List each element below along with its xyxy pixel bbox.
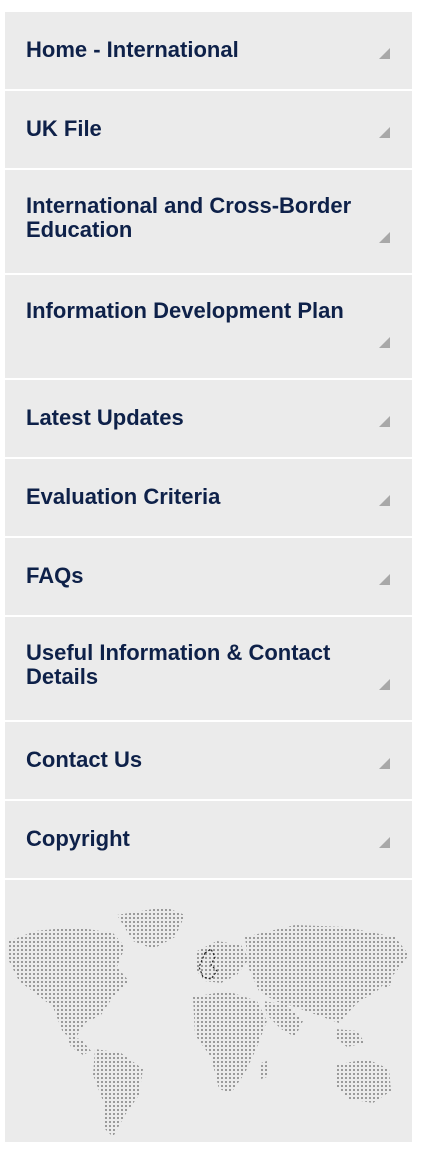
nav-item-copyright[interactable]: Copyright	[5, 801, 412, 880]
nav-item-label: Contact Us	[26, 747, 143, 772]
expand-triangle-icon	[379, 495, 390, 506]
nav-item-label: Home - International	[26, 37, 239, 62]
nav-item-faqs[interactable]: FAQs	[5, 538, 412, 617]
nav-item-label: Latest Updates	[26, 405, 184, 430]
nav-item-label: Useful Information & Contact Details	[26, 640, 331, 689]
world-map-icon	[5, 897, 412, 1142]
nav-item-international-cross-border-education[interactable]: International and Cross-Border Education	[5, 170, 412, 275]
nav-item-useful-information-contact-details[interactable]: Useful Information & Contact Details	[5, 617, 412, 722]
nav-item-latest-updates[interactable]: Latest Updates	[5, 380, 412, 459]
expand-triangle-icon	[379, 574, 390, 585]
nav-item-information-development-plan[interactable]: Information Development Plan	[5, 275, 412, 380]
nav-item-label: Evaluation Criteria	[26, 484, 221, 509]
expand-triangle-icon	[379, 232, 390, 243]
nav-item-home-international[interactable]: Home - International	[5, 12, 412, 91]
nav-item-label: Copyright	[26, 826, 130, 851]
expand-triangle-icon	[379, 679, 390, 690]
expand-triangle-icon	[379, 48, 390, 59]
nav-item-label: FAQs	[26, 563, 84, 588]
sidebar-nav: Home - International UK File Internation…	[5, 12, 412, 1142]
nav-item-uk-file[interactable]: UK File	[5, 91, 412, 170]
expand-triangle-icon	[379, 837, 390, 848]
nav-item-label: International and Cross-Border Education	[26, 193, 352, 242]
expand-triangle-icon	[379, 127, 390, 138]
nav-item-contact-us[interactable]: Contact Us	[5, 722, 412, 801]
nav-item-evaluation-criteria[interactable]: Evaluation Criteria	[5, 459, 412, 538]
expand-triangle-icon	[379, 758, 390, 769]
expand-triangle-icon	[379, 337, 390, 348]
expand-triangle-icon	[379, 416, 390, 427]
nav-item-label: Information Development Plan	[26, 298, 344, 323]
nav-item-label: UK File	[26, 116, 102, 141]
